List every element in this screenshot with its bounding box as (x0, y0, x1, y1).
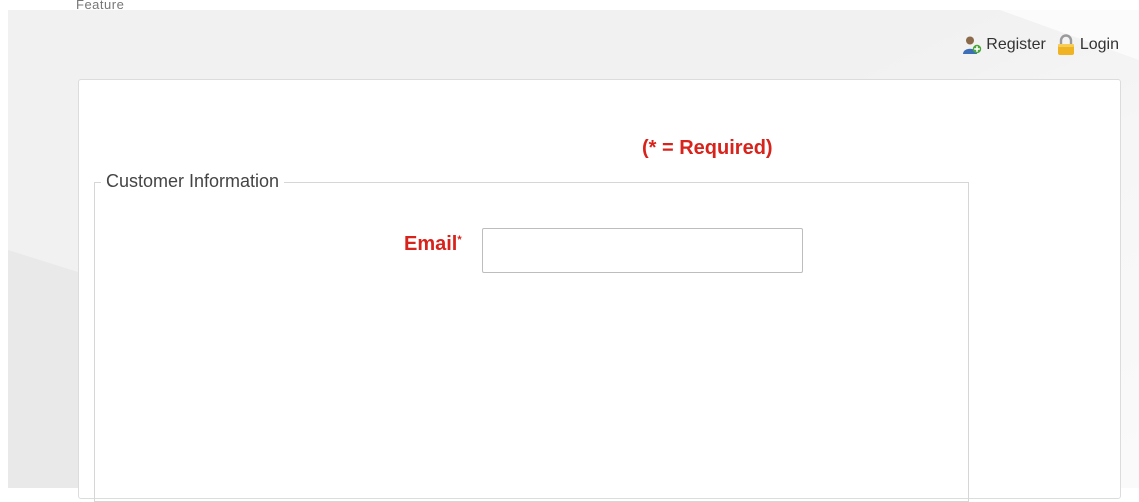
breadcrumb[interactable]: Feature (76, 0, 124, 12)
email-label: Email* (404, 233, 462, 256)
register-link[interactable]: Register (962, 35, 1046, 55)
register-link-label: Register (986, 36, 1046, 53)
login-link[interactable]: Login (1056, 34, 1119, 56)
account-links: Register Login (962, 34, 1119, 56)
top-strip (0, 0, 1139, 10)
email-field[interactable] (482, 228, 803, 273)
email-label-text: Email (404, 233, 458, 255)
required-note: (* = Required) (642, 137, 773, 159)
user-add-icon (963, 36, 982, 54)
lock-icon (1057, 34, 1074, 55)
required-star: * (457, 234, 462, 246)
fieldset-legend: Customer Information (101, 171, 285, 192)
login-link-label: Login (1079, 36, 1119, 53)
